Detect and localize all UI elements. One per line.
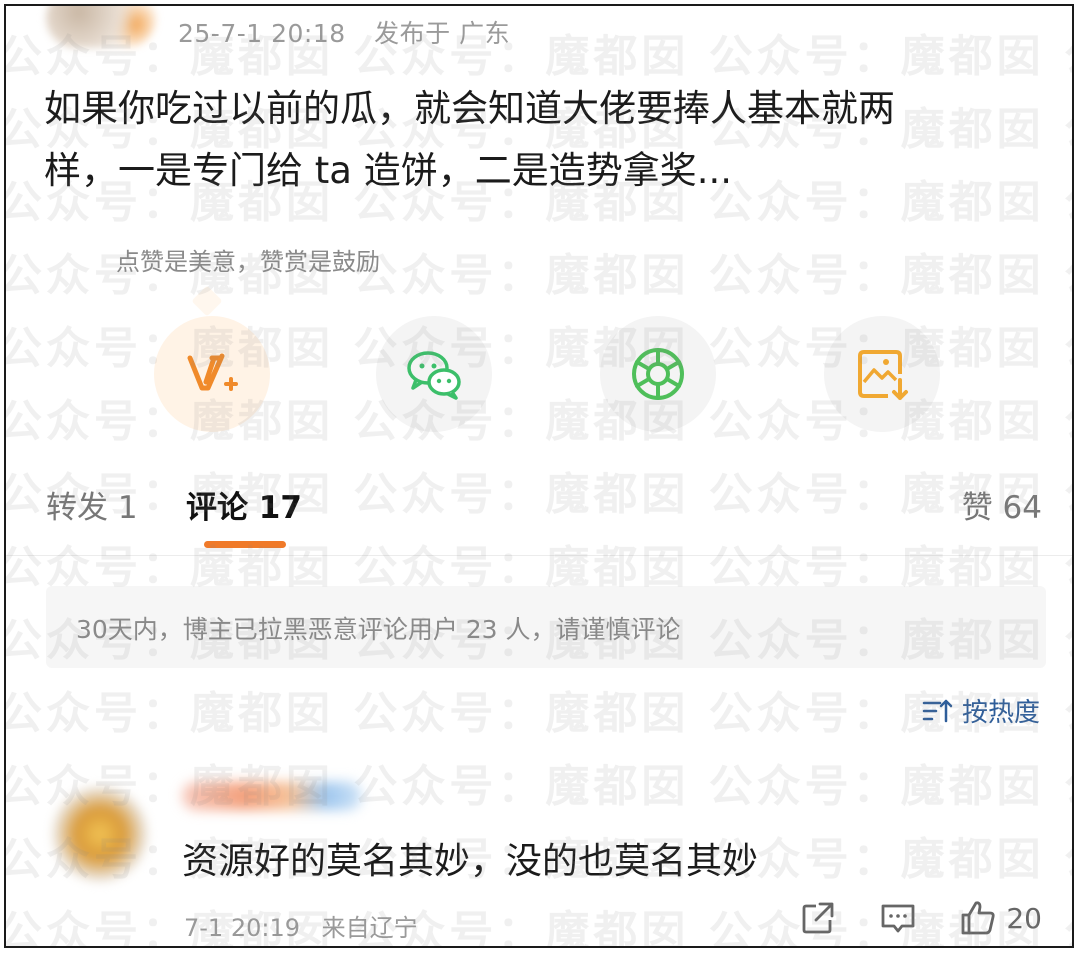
wechat-icon (407, 351, 461, 400)
post-tabs: 转发 1 评论 17 赞 64 (6, 466, 1072, 556)
watermark-row: 公众号：魔都囡 公众号：魔都囡 公众号：魔都囡 公众号：魔都囡 (6, 761, 1072, 812)
sort-icon (922, 699, 953, 722)
reward-tip: 点赞是美意，赞赏是鼓励 (116, 248, 380, 276)
post-text-line: 如果你吃过以前的瓜，就会知道大佬要捧人基本就两 (44, 87, 895, 130)
comment-text: 资源好的莫名其妙，没的也莫名其妙 (182, 841, 759, 882)
tab-comment[interactable]: 评论 17 (186, 482, 302, 527)
sort-by-hot-button[interactable]: 按热度 (922, 692, 1040, 729)
sort-label: 按热度 (961, 698, 1040, 728)
comment-like-count: 20 (1006, 901, 1042, 935)
save-image-icon (858, 350, 908, 400)
tab-repost[interactable]: 转发 1 (46, 482, 138, 527)
post-location: 发布于 广东 (374, 19, 511, 48)
share-moments-button[interactable] (600, 316, 716, 432)
comment-like-button[interactable]: 20 (958, 898, 1042, 938)
comment-time: 7-1 20:19 (184, 914, 300, 942)
commenter-avatar[interactable] (52, 786, 148, 882)
comment-actions: 20 (798, 898, 1042, 938)
share-wechat-button[interactable] (376, 316, 492, 432)
moments-icon (632, 348, 684, 400)
post-author-avatar[interactable] (46, 6, 156, 48)
comment-reply-button[interactable] (878, 898, 918, 938)
reward-button[interactable] (154, 316, 270, 432)
post-timestamp: 25-7-1 20:18 (178, 19, 346, 48)
share-icon (802, 902, 834, 934)
watermark-row: 公众号：魔都囡 公众号：魔都囡 公众号：魔都囡 公众号：魔都囡 (6, 31, 1072, 82)
v-plus-icon (187, 353, 238, 391)
comment-meta: 7-1 20:19 来自辽宁 (184, 908, 418, 943)
comment-notice-banner: 30天内，博主已拉黑恶意评论用户 23 人，请谨慎评论 (46, 586, 1046, 668)
post-detail-screen: 25-7-1 20:18 发布于 广东 如果你吃过以前的瓜，就会知道大佬要捧人基… (4, 4, 1074, 948)
save-image-button[interactable] (824, 316, 940, 432)
tab-like[interactable]: 赞 64 (962, 482, 1042, 527)
thumbs-up-icon (961, 901, 995, 935)
comment-location: 来自辽宁 (321, 914, 418, 942)
comment-icon (881, 904, 915, 933)
commenter-name-blurred[interactable] (182, 782, 362, 810)
post-body: 如果你吃过以前的瓜，就会知道大佬要捧人基本就两 样，一是专门给 ta 造饼，二是… (44, 78, 1054, 202)
post-text-line: 样，一是专门给 ta 造饼，二是造势拿奖... (44, 149, 732, 192)
share-row (6, 306, 1072, 436)
post-meta: 25-7-1 20:18 发布于 广东 (178, 14, 510, 50)
comment-share-button[interactable] (798, 898, 838, 938)
active-tab-indicator (204, 541, 286, 548)
watermark-row: 公众号：魔都囡 公众号：魔都囡 公众号：魔都囡 公众号：魔都囡 (6, 688, 1072, 739)
